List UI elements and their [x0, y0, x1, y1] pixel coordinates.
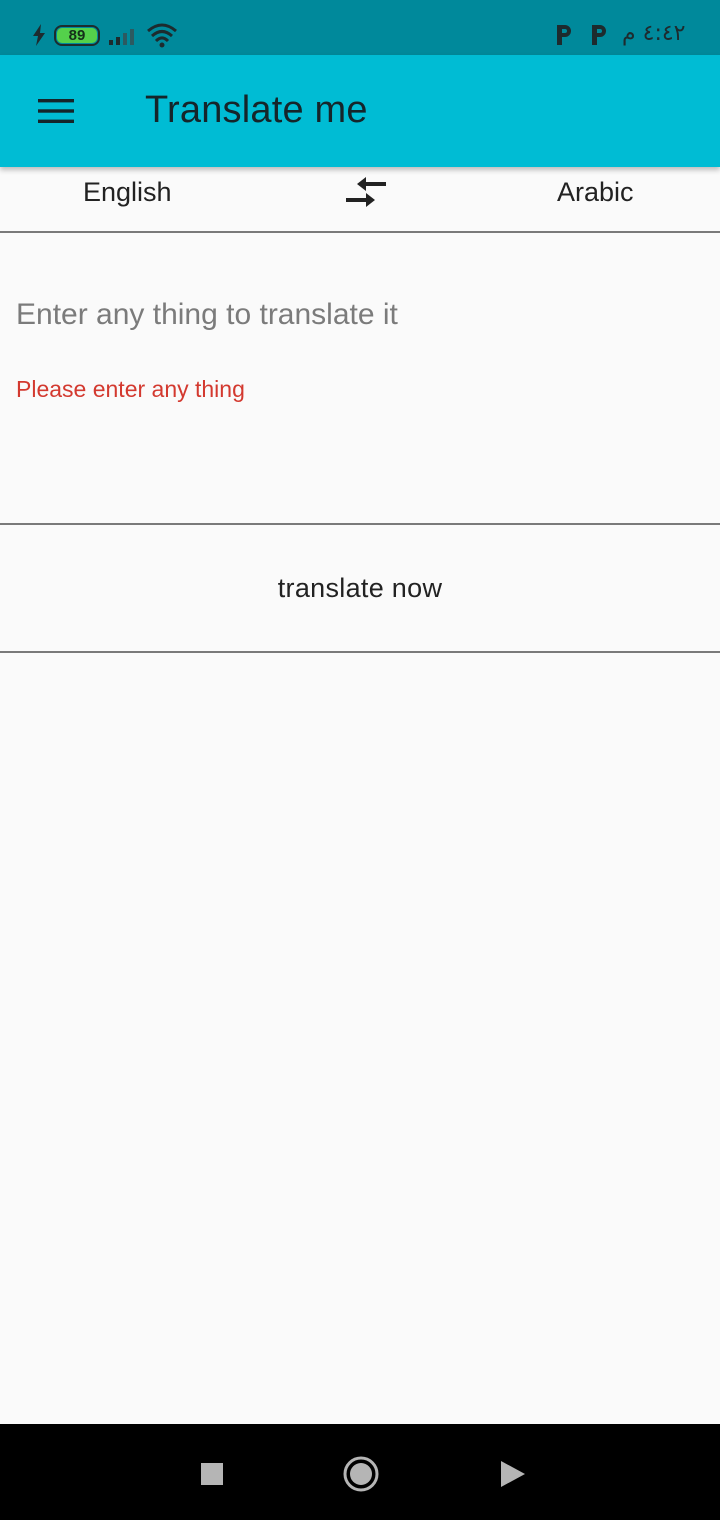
- translate-now-label: translate now: [277, 573, 443, 603]
- page-title: Translate me: [145, 89, 368, 131]
- play-triangle-icon[interactable]: [492, 1454, 532, 1494]
- p-icon: [592, 25, 606, 45]
- cell-signal-icon: [109, 29, 134, 45]
- status-bar: 89 ٤:٤٢ م: [0, 0, 720, 55]
- menu-button[interactable]: [22, 87, 90, 135]
- p-icon: [557, 25, 571, 45]
- battery-icon: 89: [54, 25, 100, 46]
- battery-level: 89: [68, 27, 86, 44]
- target-language[interactable]: Arabic: [557, 177, 634, 208]
- status-time: ٤:٤٢ م: [622, 21, 686, 46]
- system-nav-bar: [0, 1424, 720, 1520]
- translate-now-button[interactable]: translate now: [0, 526, 720, 653]
- home-circle-icon[interactable]: [341, 1454, 381, 1494]
- swap-arrows-icon: [346, 177, 386, 207]
- language-selector: English Arabic: [0, 167, 720, 233]
- translate-input[interactable]: [16, 295, 706, 335]
- text-input-area: Please enter any thing: [0, 235, 720, 525]
- stop-square-icon[interactable]: [192, 1454, 232, 1494]
- input-error-message: Please enter any thing: [16, 376, 245, 402]
- source-language[interactable]: English: [83, 177, 172, 208]
- swap-languages-button[interactable]: [338, 173, 394, 213]
- wifi-icon: [147, 23, 177, 48]
- hamburger-menu-icon: [38, 99, 74, 123]
- app-bar: Translate me: [0, 55, 720, 167]
- charging-icon: [33, 24, 45, 46]
